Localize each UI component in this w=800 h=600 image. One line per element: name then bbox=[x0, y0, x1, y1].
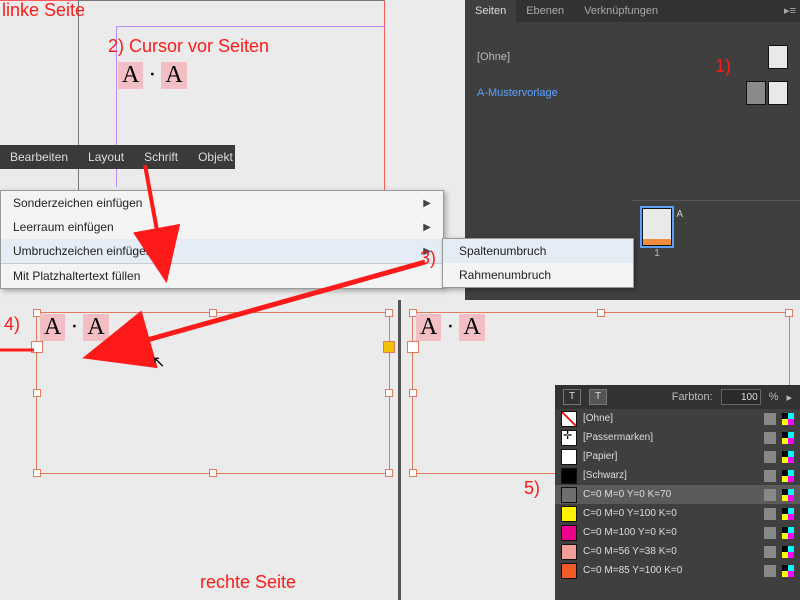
app-menubar: Bearbeiten Layout Schrift Objekt bbox=[0, 145, 235, 169]
menu-type[interactable]: Schrift bbox=[134, 150, 188, 164]
menu-object[interactable]: Objekt bbox=[188, 150, 243, 164]
swatch-type-icon bbox=[764, 489, 776, 501]
swatch-row[interactable]: C=0 M=0 Y=0 K=70 bbox=[555, 485, 800, 504]
break-submenu: Spaltenumbruch Rahmenumbruch bbox=[442, 238, 634, 288]
swatch-name: [Schwarz] bbox=[583, 470, 758, 481]
page-thumbnail-1[interactable]: A 1 bbox=[642, 208, 672, 246]
swatch-row[interactable]: [Ohne] bbox=[555, 409, 800, 428]
master-a-row[interactable]: A-Mustervorlage bbox=[477, 82, 788, 104]
menu-item-placeholder-text[interactable]: Mit Platzhaltertext füllen bbox=[1, 263, 443, 288]
tint-label: Farbton: bbox=[672, 391, 713, 403]
swatch-row[interactable]: [Schwarz] bbox=[555, 466, 800, 485]
submenu-item-column-break[interactable]: Spaltenumbruch bbox=[443, 239, 633, 263]
swatch-chip bbox=[561, 525, 577, 541]
submenu-arrow-icon: ▶ bbox=[423, 222, 431, 233]
swatch-row[interactable]: C=0 M=85 Y=100 K=0 bbox=[555, 561, 800, 580]
panel-flyout-icon[interactable]: ▸≡ bbox=[784, 4, 796, 17]
fill-proxy-icon[interactable]: T bbox=[563, 389, 581, 405]
tint-input[interactable] bbox=[721, 389, 761, 405]
page-number-marker-frame-right: A·A bbox=[416, 314, 485, 341]
swatch-row[interactable]: C=0 M=0 Y=100 K=0 bbox=[555, 504, 800, 523]
swatch-name: [Passermarken] bbox=[583, 432, 758, 443]
swatch-type-icon bbox=[764, 546, 776, 558]
color-mode-icon bbox=[782, 451, 794, 463]
panel-tab-strip: Seiten Ebenen Verknüpfungen bbox=[465, 0, 800, 22]
menu-edit[interactable]: Bearbeiten bbox=[0, 150, 78, 164]
stroke-proxy-icon[interactable]: T bbox=[589, 389, 607, 405]
swatch-chip bbox=[561, 544, 577, 560]
menu-item-break-characters[interactable]: Umbruchzeichen einfügen▶ bbox=[1, 239, 443, 263]
swatch-chip bbox=[561, 468, 577, 484]
swatch-type-icon bbox=[764, 565, 776, 577]
swatch-name: C=0 M=56 Y=38 K=0 bbox=[583, 546, 758, 557]
page-number-marker-frame-left: A·A bbox=[40, 314, 109, 341]
swatch-type-icon bbox=[764, 432, 776, 444]
in-port[interactable] bbox=[407, 341, 419, 353]
swatch-list: [Ohne] [Passermarken] [Papier] [Schwarz] C=0… bbox=[555, 409, 800, 580]
swatches-panel: T T Farbton: % ▸ [Ohne][Passermarken][Pa… bbox=[555, 385, 800, 600]
page-number-marker-left: A·A bbox=[118, 62, 187, 89]
color-mode-icon bbox=[782, 527, 794, 539]
annotation-5: 5) bbox=[524, 478, 540, 499]
swatch-chip bbox=[561, 506, 577, 522]
tab-layers[interactable]: Ebenen bbox=[516, 0, 574, 22]
swatch-chip bbox=[561, 430, 577, 446]
pages-list: A 1 bbox=[632, 200, 800, 297]
annotation-4: 4) bbox=[4, 314, 20, 335]
submenu-item-frame-break[interactable]: Rahmenumbruch bbox=[443, 263, 633, 287]
swatch-row[interactable]: [Passermarken] bbox=[555, 428, 800, 447]
color-mode-icon bbox=[782, 546, 794, 558]
submenu-arrow-icon: ▶ bbox=[423, 246, 431, 257]
swatch-chip bbox=[561, 411, 577, 427]
tab-pages[interactable]: Seiten bbox=[465, 0, 516, 22]
swatch-type-icon bbox=[764, 413, 776, 425]
spread-divider bbox=[398, 300, 401, 600]
menu-item-special-characters[interactable]: Sonderzeichen einfügen▶ bbox=[1, 191, 443, 215]
swatch-name: C=0 M=0 Y=0 K=70 bbox=[583, 489, 758, 500]
color-mode-icon bbox=[782, 413, 794, 425]
tint-arrow-icon[interactable]: ▸ bbox=[786, 391, 792, 404]
swatch-type-icon bbox=[764, 527, 776, 539]
swatch-chip bbox=[561, 487, 577, 503]
tab-links[interactable]: Verknüpfungen bbox=[574, 0, 668, 22]
swatch-name: [Papier] bbox=[583, 451, 758, 462]
swatch-name: C=0 M=85 Y=100 K=0 bbox=[583, 565, 758, 576]
swatch-row[interactable]: C=0 M=100 Y=0 K=0 bbox=[555, 523, 800, 542]
color-mode-icon bbox=[782, 489, 794, 501]
swatch-type-icon bbox=[764, 451, 776, 463]
menu-item-whitespace[interactable]: Leerraum einfügen▶ bbox=[1, 215, 443, 239]
master-none-row[interactable]: [Ohne] bbox=[477, 46, 788, 68]
swatch-name: [Ohne] bbox=[583, 413, 758, 424]
swatch-chip bbox=[561, 563, 577, 579]
swatch-chip bbox=[561, 449, 577, 465]
swatch-name: C=0 M=0 Y=100 K=0 bbox=[583, 508, 758, 519]
submenu-arrow-icon: ▶ bbox=[423, 198, 431, 209]
type-menu-dropdown: Sonderzeichen einfügen▶ Leerraum einfüge… bbox=[0, 190, 444, 289]
swatch-type-icon bbox=[764, 508, 776, 520]
swatch-name: C=0 M=100 Y=0 K=0 bbox=[583, 527, 758, 538]
menu-layout[interactable]: Layout bbox=[78, 150, 134, 164]
in-port[interactable] bbox=[31, 341, 43, 353]
color-mode-icon bbox=[782, 565, 794, 577]
color-mode-icon bbox=[782, 470, 794, 482]
swatch-row[interactable]: [Papier] bbox=[555, 447, 800, 466]
swatch-row[interactable]: C=0 M=56 Y=38 K=0 bbox=[555, 542, 800, 561]
color-mode-icon bbox=[782, 508, 794, 520]
color-mode-icon bbox=[782, 432, 794, 444]
out-port[interactable] bbox=[383, 341, 395, 353]
swatch-type-icon bbox=[764, 470, 776, 482]
annotation-rechte-seite: rechte Seite bbox=[200, 572, 296, 593]
